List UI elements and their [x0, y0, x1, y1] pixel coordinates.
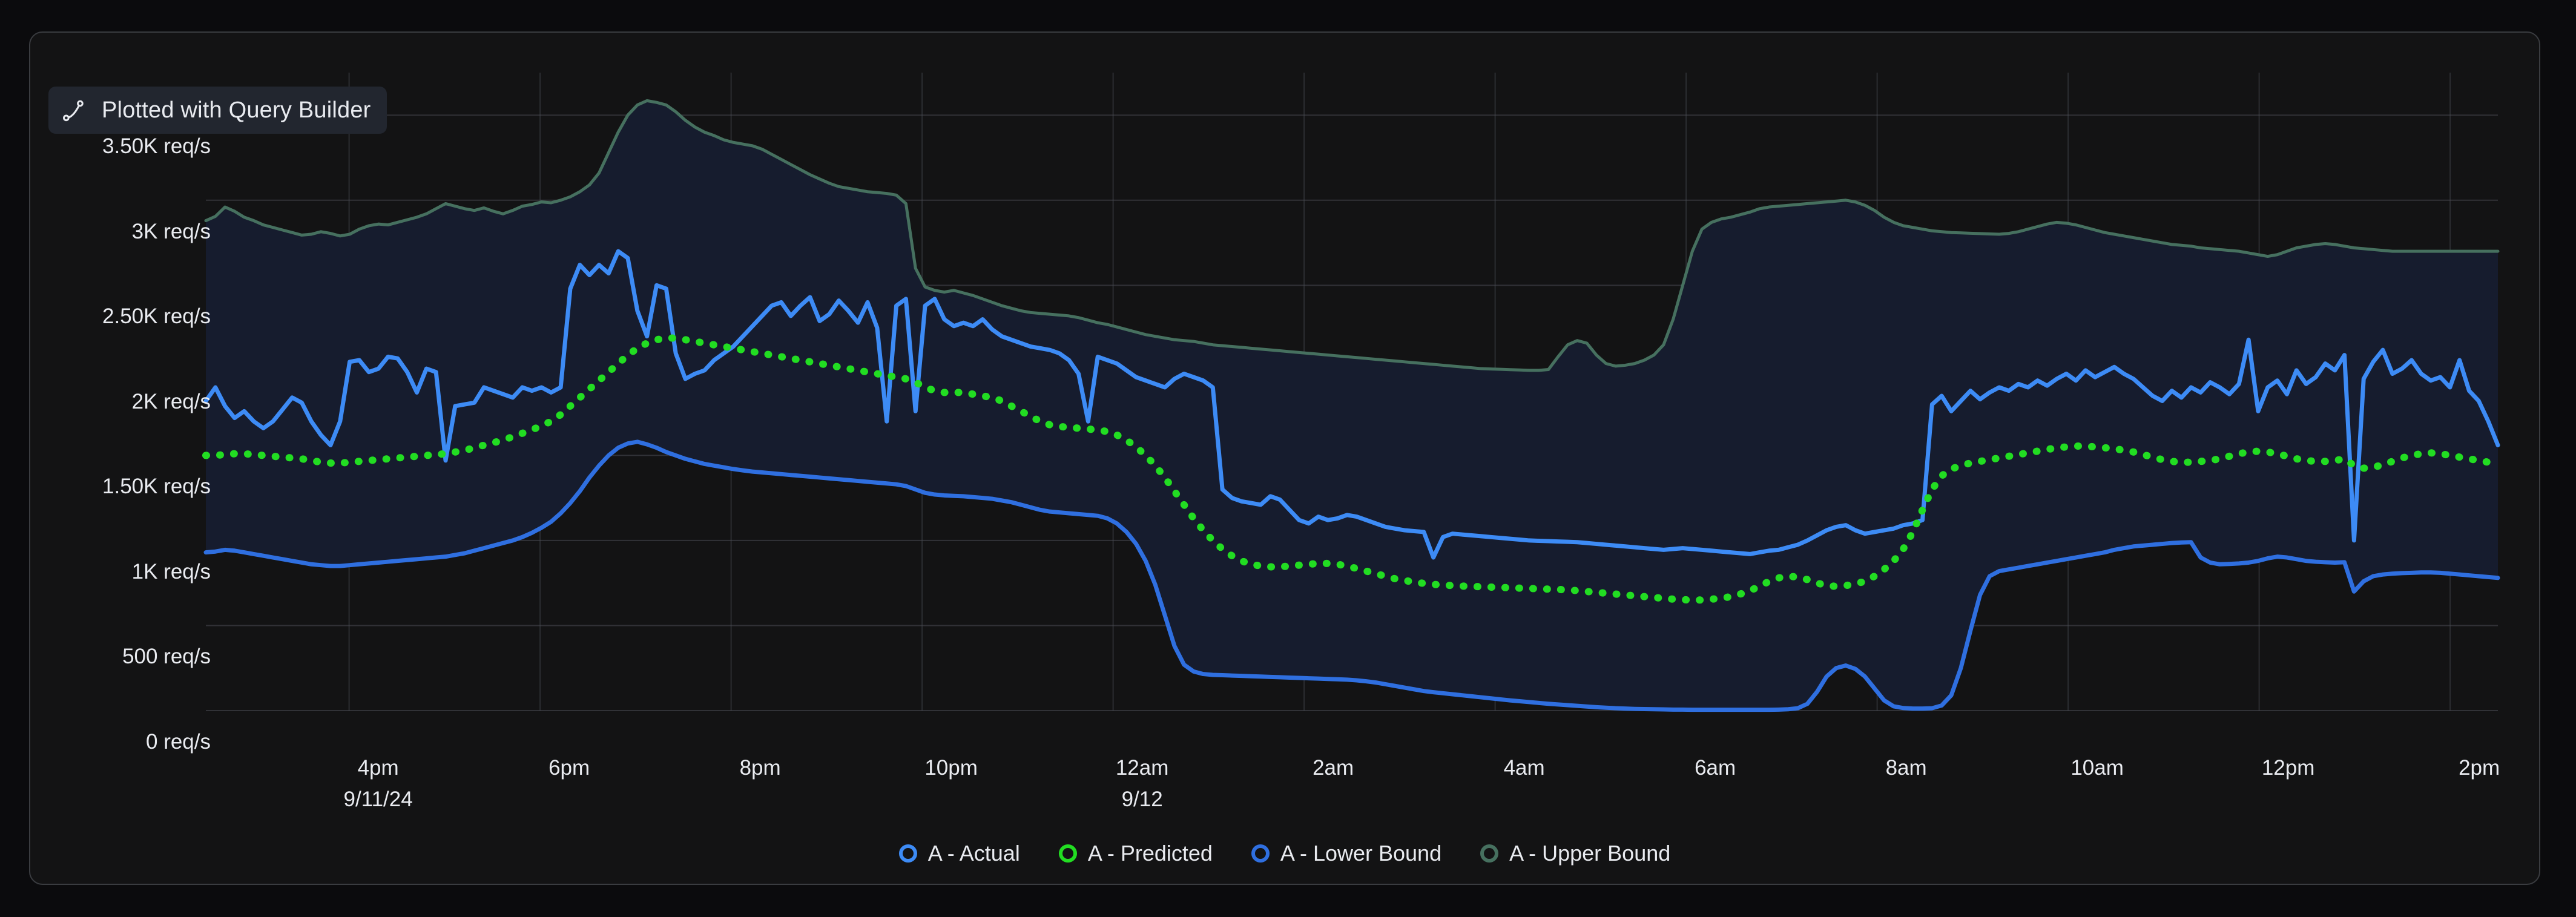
curve-plot-icon: [63, 100, 84, 122]
timeseries-chart[interactable]: 0 req/s 500 req/s 1K req/s 1.50K req/s 2K re…: [29, 31, 2540, 885]
x-axis-tick-date: 9/12: [1121, 787, 1163, 811]
x-axis-tick-time: 2pm: [2459, 756, 2500, 780]
x-axis-tick-time: 4am: [1503, 756, 1545, 780]
legend-item[interactable]: A - Predicted: [1058, 841, 1213, 866]
x-axis-tick: 2pm: [2459, 756, 2500, 780]
legend-color-marker: [898, 844, 917, 863]
x-axis-tick: 4am: [1504, 756, 1545, 780]
x-axis-tick: 8pm: [740, 756, 781, 780]
legend-color-marker: [1251, 844, 1270, 863]
legend-item[interactable]: A - Actual: [898, 841, 1020, 866]
legend-label: A - Predicted: [1087, 841, 1213, 866]
x-axis-tick: 12pm: [2262, 756, 2315, 780]
x-axis-tick-time: 8pm: [739, 756, 781, 780]
x-axis-tick-time: 10pm: [924, 756, 978, 780]
x-axis-tick-time: 4pm: [357, 756, 399, 780]
x-axis-tick-time: 6pm: [548, 756, 590, 780]
x-axis-tick-time: 12pm: [2261, 756, 2315, 780]
legend-label: A - Actual: [927, 841, 1020, 866]
x-axis-tick: 4pm 9/11/24: [344, 756, 413, 812]
legend-color-marker: [1058, 844, 1077, 863]
plotted-with-badge-label: Plotted with Query Builder: [102, 97, 371, 123]
x-axis-tick: 10pm: [924, 756, 978, 780]
x-axis-tick-labels: 4pm 9/11/24 6pm 8pm 10pm 12am 9/12 2am 4am 6am 8am…: [29, 31, 2540, 885]
x-axis-tick-time: 6am: [1695, 756, 1736, 780]
legend-item[interactable]: A - Upper Bound: [1480, 841, 1670, 866]
x-axis-tick-time: 12am: [1115, 756, 1169, 780]
x-axis-tick-time: 2am: [1313, 756, 1354, 780]
screenshot-root: 0 req/s 500 req/s 1K req/s 1.50K req/s 2K re…: [0, 0, 2576, 917]
chart-legend[interactable]: A - Actual A - Predicted A - Lower Bound A …: [29, 841, 2540, 866]
legend-label: A - Upper Bound: [1509, 841, 1671, 866]
x-axis-tick-time: 10am: [2070, 756, 2124, 780]
x-axis-tick: 6pm: [548, 756, 590, 780]
x-axis-tick: 8am: [1886, 756, 1927, 780]
x-axis-tick: 2am: [1313, 756, 1354, 780]
x-axis-tick-time: 8am: [1885, 756, 1927, 780]
x-axis-tick: 12am 9/12: [1116, 756, 1169, 812]
x-axis-tick: 10am: [2070, 756, 2124, 780]
x-axis-tick-date: 9/11/24: [343, 787, 413, 811]
legend-color-marker: [1480, 844, 1499, 863]
legend-label: A - Lower Bound: [1280, 841, 1442, 866]
legend-item[interactable]: A - Lower Bound: [1251, 841, 1441, 866]
x-axis-tick: 6am: [1695, 756, 1736, 780]
plotted-with-badge[interactable]: Plotted with Query Builder: [48, 87, 387, 134]
